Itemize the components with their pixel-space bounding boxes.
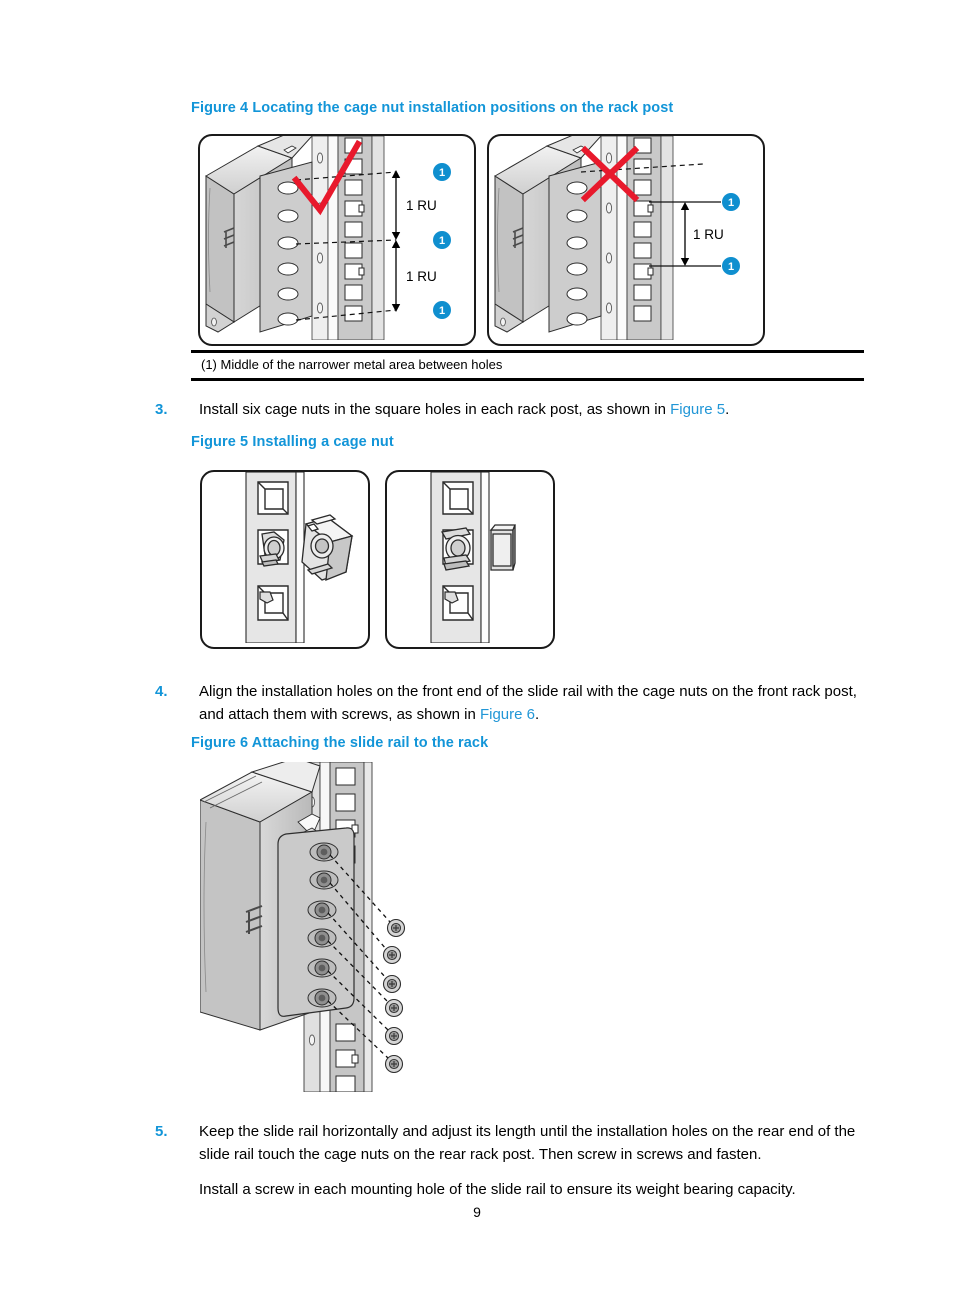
step-4: 4. Align the installation holes on the f… [155, 680, 880, 727]
callout-badge-2: 1 [722, 257, 740, 275]
screws [382, 918, 406, 1074]
figure-5-left-panel [200, 470, 370, 649]
ru-label-bottom: 1 RU [406, 269, 437, 284]
figure-5-caption: Figure 5 Installing a cage nut [191, 434, 394, 450]
svg-text:1: 1 [728, 197, 734, 209]
figure-4-correct-panel: 1 RU 1 RU 1 1 1 [198, 134, 476, 346]
figure-4-legend: (1) Middle of the narrower metal area be… [191, 350, 864, 381]
figure-6-drawing [200, 762, 440, 1092]
document-page: Figure 4 Locating the cage nut installat… [0, 0, 954, 1296]
step-3: 3. Install six cage nuts in the square h… [155, 398, 875, 421]
ru-label-single: 1 RU [693, 227, 724, 242]
cage-nut-seated [440, 527, 472, 571]
figure-4-caption: Figure 4 Locating the cage nut installat… [191, 100, 674, 116]
svg-text:1: 1 [728, 261, 734, 273]
step-5-number: 5. [155, 1123, 168, 1140]
ru-label-top: 1 RU [406, 198, 437, 213]
legend-text: (1) Middle of the narrower metal area be… [201, 357, 503, 372]
step-4-xref-figure-6[interactable]: Figure 6 [480, 706, 535, 723]
svg-text:1: 1 [439, 235, 445, 247]
figure-6-caption: Figure 6 Attaching the slide rail to the… [191, 735, 489, 751]
callout-badge-1: 1 [722, 193, 740, 211]
step-5-paragraph-1: Keep the slide rail horizontally and adj… [199, 1123, 856, 1164]
page-number: 9 [473, 1204, 481, 1220]
callout-badge-2: 1 [433, 231, 451, 249]
step-4-text-after: . [535, 706, 540, 724]
step-3-text-before: Install six cage nuts in the square hole… [199, 401, 671, 418]
step-3-number: 3. [155, 401, 168, 418]
callout-badge-1: 1 [433, 163, 451, 181]
step-5-text: Keep the slide rail horizontally and adj… [199, 1120, 880, 1201]
step-3-xref-figure-5[interactable]: Figure 5 [670, 401, 725, 418]
step-3-text: Install six cage nuts in the square hole… [199, 398, 729, 421]
figure-4-incorrect-panel: 1 RU 1 1 [487, 134, 765, 346]
step-4-number: 4. [155, 683, 168, 700]
legend-rule-bottom [191, 377, 864, 381]
callout-badge-3: 1 [433, 301, 451, 319]
svg-text:1: 1 [439, 167, 445, 179]
figure-5-right-panel [385, 470, 555, 649]
step-3-text-after: . [725, 401, 730, 418]
step-4-text: Align the installation holes on the fron… [199, 680, 880, 727]
step-5-paragraph-2: Install a screw in each mounting hole of… [199, 1180, 796, 1198]
svg-text:1: 1 [439, 305, 445, 317]
step-5: 5. Keep the slide rail horizontally and … [155, 1120, 880, 1201]
cage-nut-angled [301, 514, 354, 582]
